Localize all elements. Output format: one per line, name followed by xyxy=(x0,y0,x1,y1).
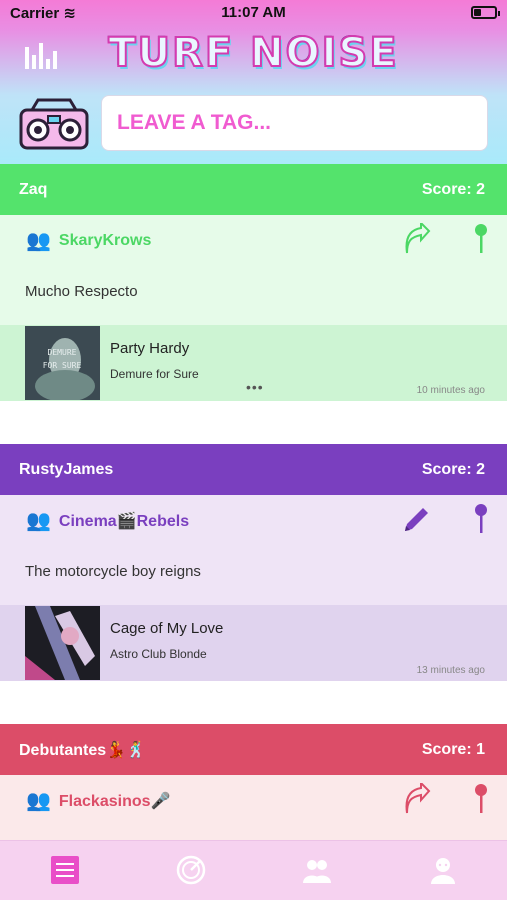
track-row[interactable]: Cage of My Love Astro Club Blonde 13 min… xyxy=(0,605,507,681)
crew-members-icon: 👥 xyxy=(26,790,51,812)
crew-name: Debutantes💃🕺 xyxy=(19,741,146,759)
user-name[interactable]: Flackasinos🎤 xyxy=(59,791,171,811)
feed-tab-icon[interactable] xyxy=(50,855,80,885)
tag-card: RustyJames Score: 2 👥 Cinema🎬Rebels The … xyxy=(0,444,507,681)
tag-feed[interactable]: Zaq Score: 2 👥 SkaryKrows Mucho Respecto xyxy=(0,164,507,840)
card-header[interactable]: Zaq Score: 2 xyxy=(0,164,507,215)
card-user-row: 👥 Flackasinos🎤 xyxy=(0,775,507,826)
pin-icon[interactable] xyxy=(473,783,489,815)
crews-tab-icon[interactable] xyxy=(302,855,332,885)
header: Carrier ≋ 11:07 AM TURF NOISE LEAVE A TA… xyxy=(0,0,507,164)
track-artist: Demure for Sure xyxy=(110,367,199,381)
card-user-row: 👥 SkaryKrows xyxy=(0,215,507,266)
user-name[interactable]: SkaryKrows xyxy=(59,232,152,250)
crew-name: Zaq xyxy=(19,180,48,198)
tab-bar xyxy=(0,840,507,900)
track-title: Party Hardy xyxy=(110,340,190,357)
track-artist: Astro Club Blonde xyxy=(110,647,207,661)
radar-tab-icon[interactable] xyxy=(176,855,206,885)
status-bar: Carrier ≋ 11:07 AM xyxy=(0,0,507,26)
boombox-icon xyxy=(19,98,89,150)
svg-text:FOR SURE: FOR SURE xyxy=(43,361,82,370)
card-header[interactable]: Debutantes💃🕺 Score: 1 xyxy=(0,724,507,775)
score-label: Score: 2 xyxy=(421,460,485,478)
timestamp: 13 minutes ago xyxy=(416,665,485,676)
pin-icon[interactable] xyxy=(473,503,489,535)
timestamp: 10 minutes ago xyxy=(416,385,485,396)
card-header[interactable]: RustyJames Score: 2 xyxy=(0,444,507,495)
tag-card: Zaq Score: 2 👥 SkaryKrows Mucho Respecto xyxy=(0,164,507,401)
crew-members-icon: 👥 xyxy=(26,230,51,252)
battery-icon xyxy=(471,6,500,19)
score-label: Score: 2 xyxy=(421,180,485,198)
album-art-text: DEMURE xyxy=(48,348,77,357)
album-art[interactable]: DEMURE FOR SURE xyxy=(25,326,100,400)
card-user-row: 👥 Cinema🎬Rebels xyxy=(0,495,507,546)
upvote-arrow-icon[interactable] xyxy=(401,223,431,255)
tag-message: Mucho Respecto xyxy=(25,282,138,300)
score-label: Score: 1 xyxy=(421,740,485,758)
app-logo: TURF NOISE xyxy=(107,29,399,77)
pin-icon[interactable] xyxy=(473,223,489,255)
upvote-arrow-icon[interactable] xyxy=(401,783,431,815)
tag-input[interactable]: LEAVE A TAG... xyxy=(101,95,488,151)
track-row[interactable]: DEMURE FOR SURE Party Hardy Demure for S… xyxy=(0,325,507,401)
more-options-icon[interactable]: ••• xyxy=(246,379,264,395)
tag-message: The motorcycle boy reigns xyxy=(25,562,201,580)
track-title: Cage of My Love xyxy=(110,620,224,637)
clock: 11:07 AM xyxy=(221,4,286,21)
pencil-icon[interactable] xyxy=(401,503,431,535)
crew-name: RustyJames xyxy=(19,460,114,478)
tag-card: Debutantes💃🕺 Score: 1 👥 Flackasinos🎤 xyxy=(0,724,507,840)
crew-members-icon: 👥 xyxy=(26,510,51,532)
profile-tab-icon[interactable] xyxy=(428,855,458,885)
album-art[interactable] xyxy=(25,606,100,680)
user-name[interactable]: Cinema🎬Rebels xyxy=(59,511,189,531)
